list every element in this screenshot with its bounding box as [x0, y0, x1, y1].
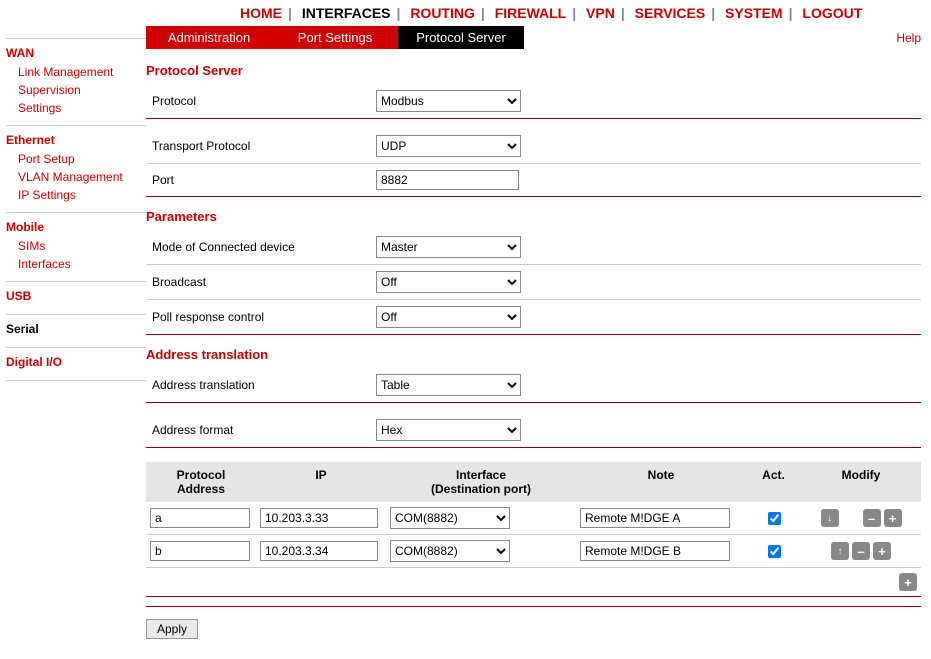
subtab-port-settings[interactable]: Port Settings: [272, 26, 398, 49]
th-act: Act.: [762, 468, 785, 482]
label-broadcast: Broadcast: [146, 275, 376, 289]
sidebar-item-ip-settings[interactable]: IP Settings: [6, 186, 146, 204]
top-nav: HOME| INTERFACES| ROUTING| FIREWALL| VPN…: [0, 0, 931, 26]
table-row: COM(8882): [146, 535, 921, 568]
row-move-up-button[interactable]: [831, 542, 849, 560]
row-move-down-button[interactable]: [821, 509, 839, 527]
row-add-button[interactable]: [899, 573, 917, 591]
topnav-services[interactable]: SERVICES: [635, 5, 706, 21]
topnav-interfaces[interactable]: INTERFACES: [302, 5, 391, 21]
select-protocol[interactable]: Modbus: [376, 90, 521, 112]
subtab-administration[interactable]: Administration: [146, 26, 272, 49]
input-row-addr[interactable]: [150, 541, 250, 561]
topnav-routing[interactable]: ROUTING: [410, 5, 475, 21]
checkbox-row-active[interactable]: [768, 512, 781, 525]
th-modify: Modify: [842, 468, 881, 482]
select-broadcast[interactable]: Off: [376, 271, 521, 293]
topnav-logout[interactable]: LOGOUT: [802, 5, 862, 21]
sidebar-item-sims[interactable]: SIMs: [6, 237, 146, 255]
select-mode[interactable]: Master: [376, 236, 521, 258]
topnav-vpn[interactable]: VPN: [586, 5, 615, 21]
topnav-firewall[interactable]: FIREWALL: [495, 5, 567, 21]
input-row-ip[interactable]: [260, 541, 378, 561]
select-row-interface[interactable]: COM(8882): [390, 540, 510, 562]
label-address-translation: Address translation: [146, 378, 376, 392]
sidebar-wan[interactable]: WAN: [6, 43, 146, 63]
input-row-ip[interactable]: [260, 508, 378, 528]
th-protocol-address-l2: Address: [177, 482, 225, 496]
sidebar-usb[interactable]: USB: [6, 286, 146, 306]
th-ip: IP: [315, 468, 326, 482]
label-transport-protocol: Transport Protocol: [146, 139, 376, 153]
help-link[interactable]: Help: [896, 31, 921, 45]
label-protocol: Protocol: [146, 94, 376, 108]
th-protocol-address-l1: Protocol: [177, 468, 226, 482]
input-row-note[interactable]: [580, 541, 730, 561]
row-add-button[interactable]: [884, 509, 902, 527]
input-row-addr[interactable]: [150, 508, 250, 528]
sidebar-item-interfaces[interactable]: Interfaces: [6, 255, 146, 273]
row-remove-button[interactable]: [852, 542, 870, 560]
table-row: COM(8882): [146, 502, 921, 535]
checkbox-row-active[interactable]: [768, 545, 781, 558]
topnav-system[interactable]: SYSTEM: [725, 5, 783, 21]
input-port[interactable]: [376, 170, 519, 190]
subtab-bar: Administration Port Settings Protocol Se…: [146, 26, 921, 49]
label-mode: Mode of Connected device: [146, 240, 376, 254]
sidebar-item-link-management[interactable]: Link Management: [6, 63, 146, 81]
row-remove-button[interactable]: [863, 509, 881, 527]
subtab-protocol-server[interactable]: Protocol Server: [398, 26, 524, 49]
table-add-row: [146, 568, 921, 597]
select-transport-protocol[interactable]: UDP: [376, 135, 521, 157]
label-port: Port: [146, 173, 376, 187]
sidebar-ethernet[interactable]: Ethernet: [6, 130, 146, 150]
apply-button[interactable]: Apply: [146, 619, 198, 639]
sidebar-digital-io[interactable]: Digital I/O: [6, 352, 146, 372]
sidebar: WAN Link Management Supervision Settings…: [0, 26, 146, 659]
content: Administration Port Settings Protocol Se…: [146, 26, 931, 659]
label-address-format: Address format: [146, 423, 376, 437]
sidebar-serial[interactable]: Serial: [6, 319, 146, 339]
sidebar-mobile[interactable]: Mobile: [6, 217, 146, 237]
th-note: Note: [648, 468, 675, 482]
label-poll: Poll response control: [146, 310, 376, 324]
select-address-format[interactable]: Hex: [376, 419, 521, 441]
row-add-button[interactable]: [873, 542, 891, 560]
select-row-interface[interactable]: COM(8882): [390, 507, 510, 529]
th-interface-l1: Interface: [456, 468, 506, 482]
sidebar-item-vlan-management[interactable]: VLAN Management: [6, 168, 146, 186]
sidebar-item-settings[interactable]: Settings: [6, 99, 146, 117]
select-address-translation[interactable]: Table: [376, 374, 521, 396]
th-interface-l2: (Destination port): [431, 482, 531, 496]
table-header: Protocol Address IP Interface (Destinati…: [146, 462, 921, 502]
sidebar-item-supervision[interactable]: Supervision: [6, 81, 146, 99]
select-poll[interactable]: Off: [376, 306, 521, 328]
topnav-home[interactable]: HOME: [240, 5, 282, 21]
section-title-address-translation: Address translation: [146, 347, 921, 362]
input-row-note[interactable]: [580, 508, 730, 528]
sidebar-item-port-setup[interactable]: Port Setup: [6, 150, 146, 168]
section-title-parameters: Parameters: [146, 209, 921, 224]
section-title-protocol-server: Protocol Server: [146, 63, 921, 78]
separator: [146, 603, 921, 607]
